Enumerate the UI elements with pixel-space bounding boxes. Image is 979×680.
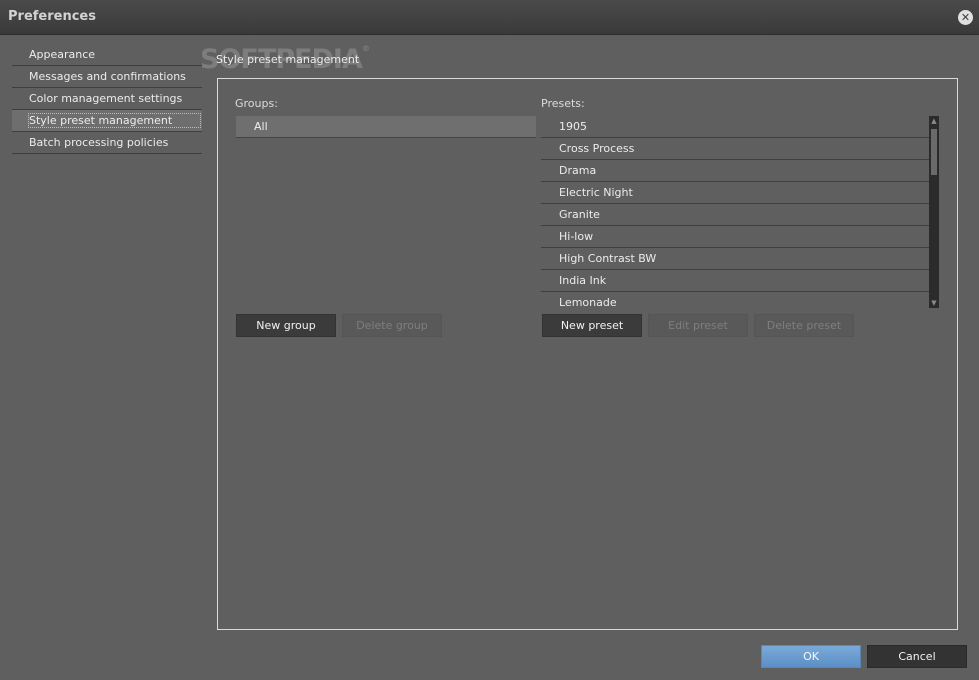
list-item[interactable]: Drama xyxy=(541,160,929,182)
sidebar-item-label: Batch processing policies xyxy=(29,136,169,149)
group-item-all[interactable]: All xyxy=(236,116,536,138)
sidebar-item-label: Style preset management xyxy=(27,113,202,128)
new-group-button[interactable]: New group xyxy=(236,314,336,337)
scroll-down-icon[interactable]: ▼ xyxy=(929,298,939,308)
presets-list: 1905 Cross Process Drama Electric Night … xyxy=(541,116,939,308)
sidebar-item-messages[interactable]: Messages and confirmations xyxy=(12,66,202,88)
groups-list: All xyxy=(236,116,536,138)
watermark-mark: ® xyxy=(361,44,370,53)
list-item[interactable]: High Contrast BW xyxy=(541,248,929,270)
list-item[interactable]: Cross Process xyxy=(541,138,929,160)
section-title: Style preset management xyxy=(216,53,360,66)
list-item[interactable]: Lemonade xyxy=(541,292,929,308)
scroll-thumb[interactable] xyxy=(931,129,937,175)
presets-label: Presets: xyxy=(541,97,585,110)
ok-button[interactable]: OK xyxy=(761,645,861,668)
list-item[interactable]: Granite xyxy=(541,204,929,226)
sidebar-item-batch-processing[interactable]: Batch processing policies xyxy=(12,132,202,154)
delete-group-button[interactable]: Delete group xyxy=(342,314,442,337)
title-bar: Preferences ✕ xyxy=(0,0,979,35)
sidebar-item-label: Messages and confirmations xyxy=(29,70,186,83)
list-item[interactable]: India Ink xyxy=(541,270,929,292)
list-item[interactable]: Electric Night xyxy=(541,182,929,204)
new-preset-button[interactable]: New preset xyxy=(542,314,642,337)
groups-label: Groups: xyxy=(235,97,278,110)
sidebar-item-style-preset[interactable]: Style preset management xyxy=(12,110,202,132)
delete-preset-button[interactable]: Delete preset xyxy=(754,314,854,337)
close-icon[interactable]: ✕ xyxy=(958,10,973,25)
sidebar-item-label: Appearance xyxy=(29,48,96,61)
sidebar-nav: Appearance Messages and confirmations Co… xyxy=(12,44,202,154)
presets-scrollbar[interactable]: ▲ ▼ xyxy=(929,116,939,308)
edit-preset-button[interactable]: Edit preset xyxy=(648,314,748,337)
cancel-button[interactable]: Cancel xyxy=(867,645,967,668)
list-item[interactable]: Hi-low xyxy=(541,226,929,248)
list-item[interactable]: 1905 xyxy=(541,116,929,138)
scroll-up-icon[interactable]: ▲ xyxy=(929,116,939,126)
window-title: Preferences xyxy=(8,9,96,24)
sidebar-item-label: Color management settings xyxy=(29,92,183,105)
sidebar-item-appearance[interactable]: Appearance xyxy=(12,44,202,66)
sidebar-item-color-management[interactable]: Color management settings xyxy=(12,88,202,110)
